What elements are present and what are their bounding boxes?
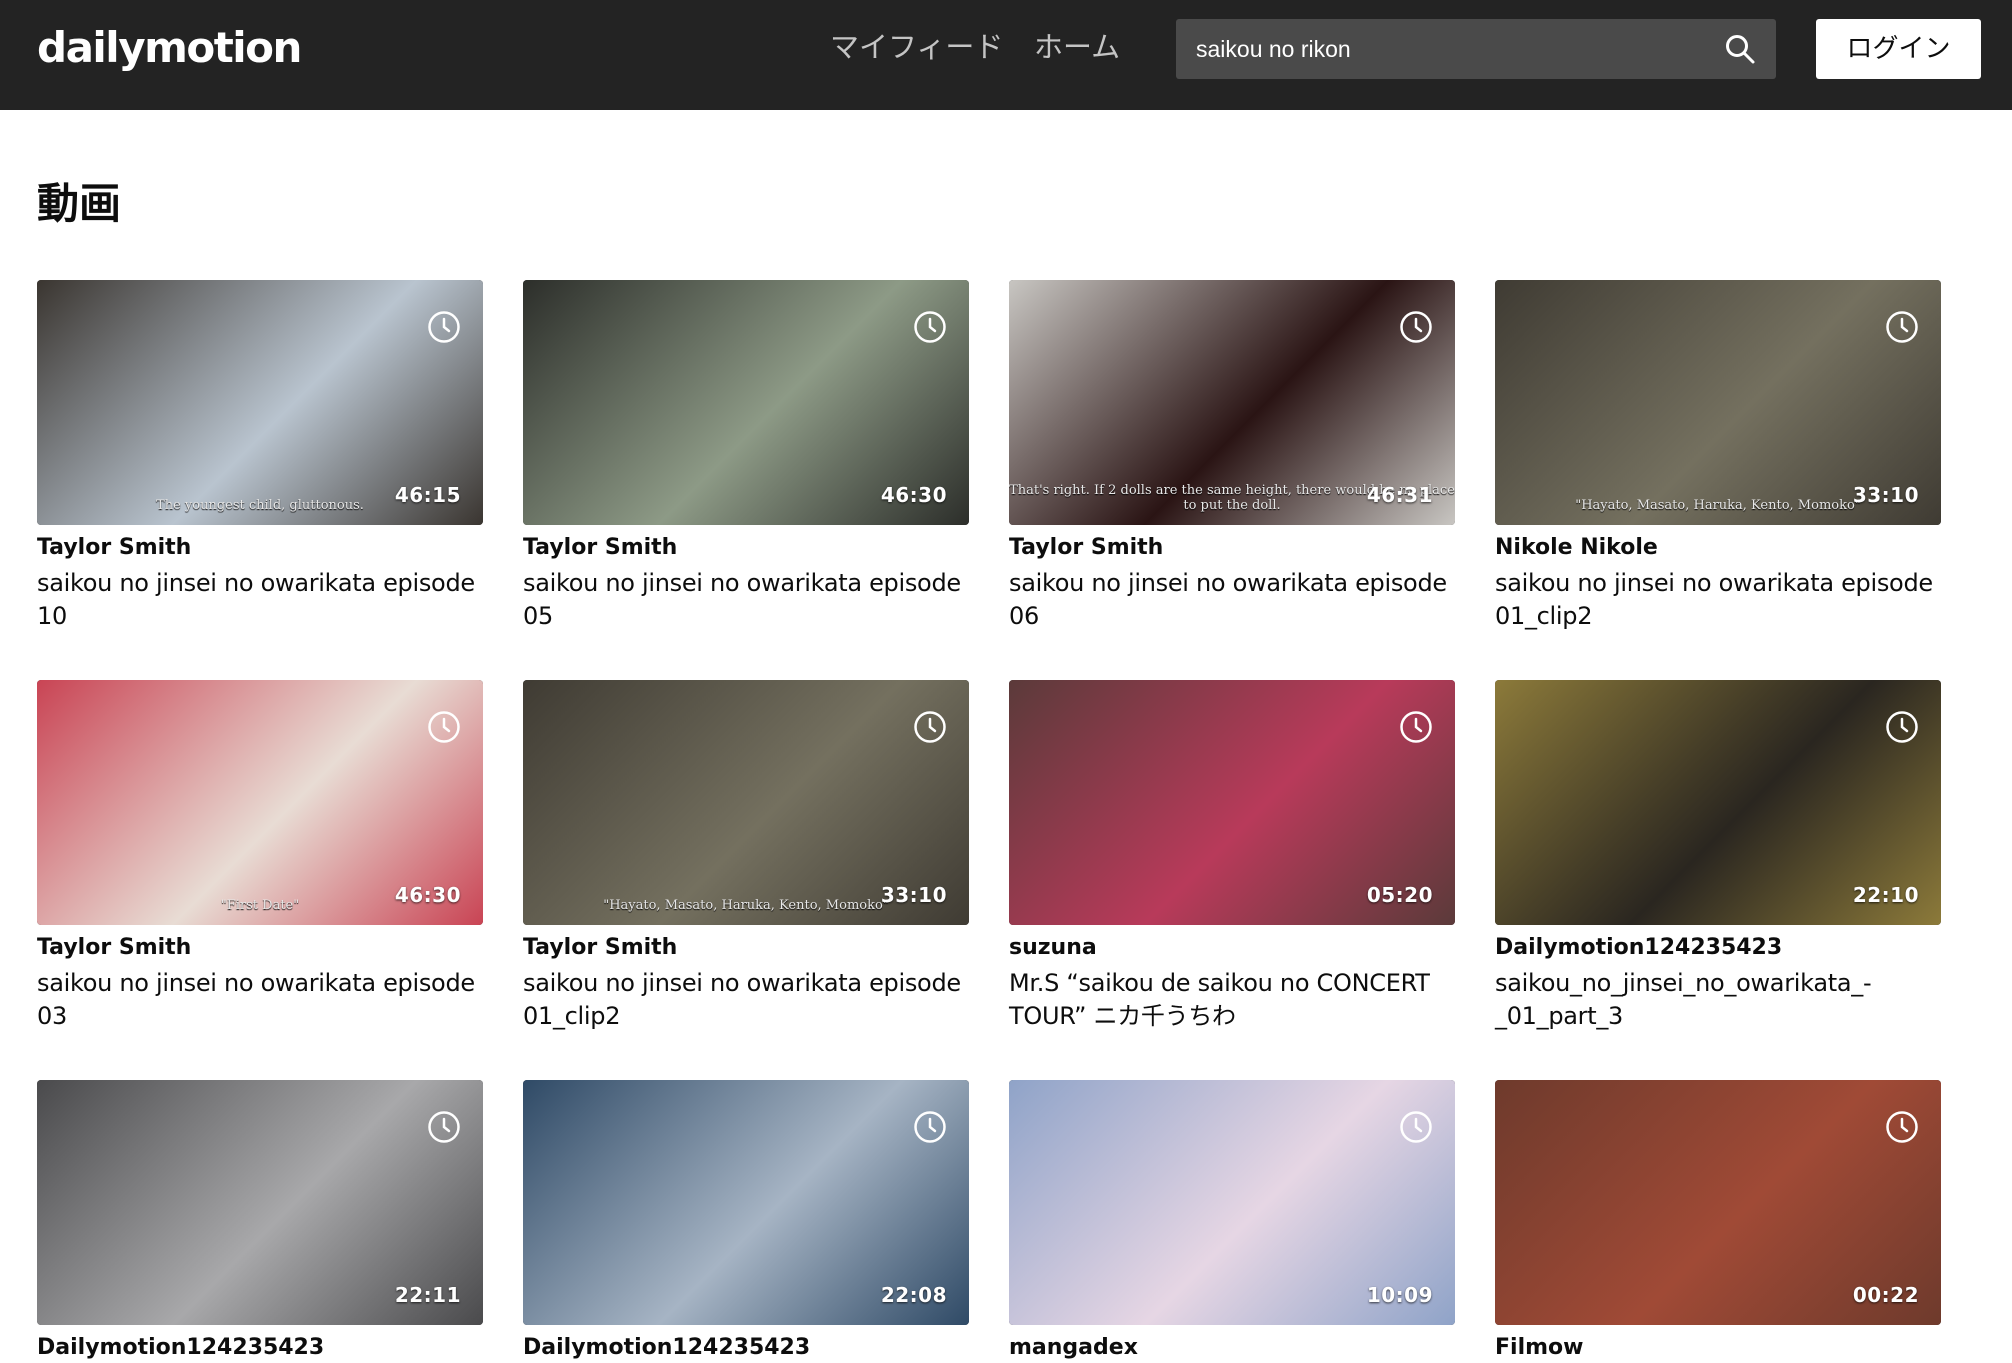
watch-later-icon[interactable] [1399, 1110, 1433, 1144]
video-thumbnail[interactable]: That's right. If 2 dolls are the same he… [1009, 280, 1455, 525]
video-channel-name[interactable]: Dailymotion124235423 [1495, 933, 1941, 963]
video-card[interactable]: That's right. If 2 dolls are the same he… [1009, 280, 1455, 633]
video-title[interactable]: saikou no jinsei no owarikata episode 10 [37, 567, 483, 633]
video-channel-name[interactable]: suzuna [1009, 933, 1455, 963]
video-card[interactable]: 05:20 suzuna Mr.S “saikou de saikou no CON… [1009, 680, 1455, 1033]
video-card[interactable]: "First Date" 46:30 Taylor Smith saikou no j… [37, 680, 483, 1033]
video-card[interactable]: 00:22 Filmow [1495, 1080, 1941, 1363]
video-card[interactable]: 22:08 Dailymotion124235423 [523, 1080, 969, 1363]
video-title[interactable]: saikou no jinsei no owarikata episode 05 [523, 567, 969, 633]
video-thumbnail[interactable]: 05:20 [1009, 680, 1455, 925]
video-thumbnail[interactable]: "Hayato, Masato, Haruka, Kento, Momoko" 3… [1495, 280, 1941, 525]
video-title[interactable]: saikou no jinsei no owarikata episode 06 [1009, 567, 1455, 633]
video-thumbnail[interactable]: "First Date" 46:30 [37, 680, 483, 925]
video-duration: 46:30 [880, 483, 947, 507]
video-channel-name[interactable]: Taylor Smith [37, 533, 483, 563]
video-card[interactable]: 10:09 mangadex [1009, 1080, 1455, 1363]
video-title[interactable]: saikou no jinsei no owarikata episode 03 [37, 967, 483, 1033]
video-channel-name[interactable]: Taylor Smith [523, 533, 969, 563]
video-duration: 10:09 [1366, 1283, 1433, 1307]
video-channel-name[interactable]: Dailymotion124235423 [523, 1333, 969, 1363]
video-title[interactable]: saikou no jinsei no owarikata episode 01… [523, 967, 969, 1033]
video-duration: 05:20 [1366, 883, 1433, 907]
video-duration: 22:08 [880, 1283, 947, 1307]
search-icon[interactable] [1724, 33, 1756, 65]
watch-later-icon[interactable] [913, 710, 947, 744]
video-title[interactable]: saikou no jinsei no owarikata episode 01… [1495, 567, 1941, 633]
video-channel-name[interactable]: mangadex [1009, 1333, 1455, 1363]
video-duration: 22:11 [394, 1283, 461, 1307]
video-duration: 22:10 [1852, 883, 1919, 907]
video-card[interactable]: 46:30 Taylor Smith saikou no jinsei no owa… [523, 280, 969, 633]
video-thumbnail[interactable]: 22:11 [37, 1080, 483, 1325]
video-channel-name[interactable]: Nikole Nikole [1495, 533, 1941, 563]
dailymotion-logo[interactable]: dailymotion [37, 22, 302, 74]
video-title[interactable]: saikou_no_jinsei_no_owarikata_-_01_part_… [1495, 967, 1941, 1033]
video-thumbnail[interactable]: 00:22 [1495, 1080, 1941, 1325]
search-input[interactable] [1196, 19, 1706, 79]
watch-later-icon[interactable] [1885, 310, 1919, 344]
video-duration: 33:10 [880, 883, 947, 907]
video-card[interactable]: 22:10 Dailymotion124235423 saikou_no_jinse… [1495, 680, 1941, 1033]
nav-my-feed[interactable]: マイフィード [830, 28, 1003, 68]
video-duration: 33:10 [1852, 483, 1919, 507]
watch-later-icon[interactable] [1885, 710, 1919, 744]
video-card[interactable]: "Hayato, Masato, Haruka, Kento, Momoko" 3… [1495, 280, 1941, 633]
watch-later-icon[interactable] [1885, 1110, 1919, 1144]
watch-later-icon[interactable] [427, 310, 461, 344]
video-thumbnail[interactable]: 22:10 [1495, 680, 1941, 925]
video-title[interactable]: Mr.S “saikou de saikou no CONCERT TOUR” … [1009, 967, 1455, 1033]
watch-later-icon[interactable] [427, 710, 461, 744]
watch-later-icon[interactable] [913, 1110, 947, 1144]
video-channel-name[interactable]: Filmow [1495, 1333, 1941, 1363]
video-card[interactable]: The youngest child, gluttonous. 46:15 Tayl… [37, 280, 483, 633]
watch-later-icon[interactable] [913, 310, 947, 344]
search-box [1176, 19, 1776, 79]
video-thumbnail[interactable]: 10:09 [1009, 1080, 1455, 1325]
login-button[interactable]: ログイン [1816, 19, 1981, 79]
nav-home[interactable]: ホーム [1034, 28, 1120, 68]
video-duration: 46:30 [394, 883, 461, 907]
video-card[interactable]: 22:11 Dailymotion124235423 [37, 1080, 483, 1363]
video-thumbnail[interactable]: "Hayato, Masato, Haruka, Kento, Momoko" 3… [523, 680, 969, 925]
watch-later-icon[interactable] [427, 1110, 461, 1144]
top-header: dailymotion マイフィード ホーム ログイン [0, 0, 2012, 110]
video-thumbnail[interactable]: 22:08 [523, 1080, 969, 1325]
watch-later-icon[interactable] [1399, 310, 1433, 344]
video-duration: 46:31 [1366, 483, 1433, 507]
video-channel-name[interactable]: Taylor Smith [523, 933, 969, 963]
section-title-videos: 動画 [37, 179, 122, 228]
watch-later-icon[interactable] [1399, 710, 1433, 744]
video-duration: 00:22 [1852, 1283, 1919, 1307]
video-duration: 46:15 [394, 483, 461, 507]
video-thumbnail[interactable]: 46:30 [523, 280, 969, 525]
video-channel-name[interactable]: Taylor Smith [1009, 533, 1455, 563]
video-card[interactable]: "Hayato, Masato, Haruka, Kento, Momoko" 3… [523, 680, 969, 1033]
video-channel-name[interactable]: Dailymotion124235423 [37, 1333, 483, 1363]
video-thumbnail[interactable]: The youngest child, gluttonous. 46:15 [37, 280, 483, 525]
video-channel-name[interactable]: Taylor Smith [37, 933, 483, 963]
